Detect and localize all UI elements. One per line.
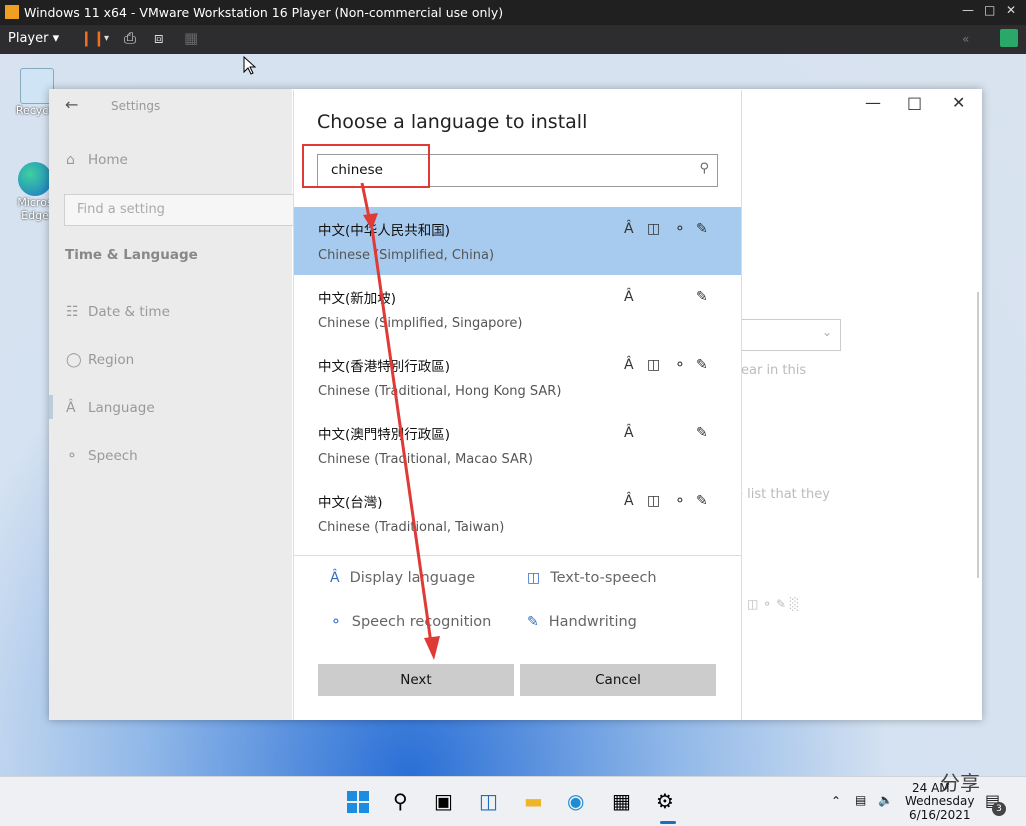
task-view-icon[interactable]: ▣ [434,789,453,813]
search-icon[interactable]: ⚲ [393,789,408,813]
tray-overflow-icon[interactable]: ⌃ [831,794,841,808]
network-icon[interactable]: ▤ [855,793,866,807]
notification-badge: 3 [992,802,1006,816]
active-app-indicator [660,821,676,824]
arrow-head [363,213,378,230]
taskbar: ⚲ ▣ ◫ ▬ ◉ ▦ ⚙ ⌃ ▤ 🔈 分享 24 AM Wednesday 6… [0,771,1026,826]
file-explorer-icon[interactable]: ▬ [524,789,543,813]
widgets-icon[interactable]: ◫ [479,789,498,813]
clock-time[interactable]: 24 AM [912,781,950,795]
arrow-head [424,636,440,660]
settings-gear-icon[interactable]: ⚙ [656,789,674,813]
arrow-to-next-button [370,227,434,651]
clock-date[interactable]: 6/16/2021 [909,808,971,822]
start-icon[interactable] [347,791,369,813]
store-icon[interactable]: ▦ [612,789,631,813]
annotation-arrows [360,182,440,660]
mouse-cursor-icon [243,56,257,75]
edge-icon[interactable]: ◉ [567,789,584,813]
clock-day[interactable]: Wednesday [905,794,974,808]
volume-icon[interactable]: 🔈 [878,793,893,807]
